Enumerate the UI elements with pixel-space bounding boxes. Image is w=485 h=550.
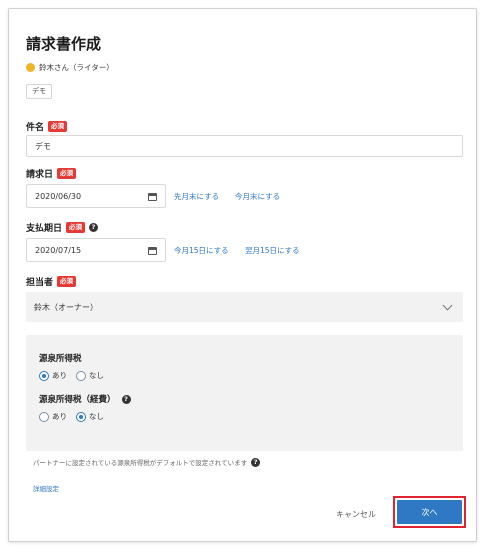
withholding-tax-expense-no-radio[interactable] [76, 411, 86, 422]
invoice-dialog: 請求書作成 鈴木さん（ライター） デモ 件名 必須 デモ 請求日 必須 2020… [8, 8, 477, 542]
this-month-end-link[interactable]: 今月末にする [235, 191, 280, 202]
subject-label: 件名 必須 [26, 120, 68, 133]
subject-input[interactable]: デモ [26, 135, 463, 157]
invoice-date-label-text: 請求日 [26, 170, 54, 180]
withholding-tax-yes-radio[interactable] [39, 370, 49, 381]
note-text: パートナーに設定されている源泉所得税がデフォルトで設定されています [33, 459, 248, 467]
withholding-tax-expense-radio-group: あり なし [39, 411, 113, 422]
required-badge: 必須 [57, 168, 77, 179]
payment-date-label: 支払期日 必須 ? [26, 221, 99, 234]
demo-tag: デモ [26, 84, 52, 99]
cancel-button[interactable]: キャンセル [317, 502, 395, 526]
help-icon[interactable]: ? [89, 223, 99, 232]
chevron-down-icon [442, 300, 453, 311]
withholding-tax-expense-label: 源泉所得税（経費） ? [39, 393, 131, 405]
calendar-icon[interactable] [148, 192, 157, 201]
help-icon[interactable]: ? [251, 457, 261, 467]
user-status-icon [26, 63, 35, 72]
subject-label-text: 件名 [26, 123, 45, 133]
payment-date-value: 2020/07/15 [35, 245, 82, 255]
withholding-tax-label: 源泉所得税 [39, 354, 82, 364]
withholding-tax-section: 源泉所得税 あり なし 源泉所得税（経費） ? あり なし [26, 335, 463, 451]
payment-date-input[interactable]: 2020/07/15 [26, 238, 166, 262]
assignee-label-text: 担当者 [26, 278, 54, 288]
this-month-15th-link[interactable]: 今月15日にする [174, 245, 229, 256]
required-badge: 必須 [57, 276, 77, 287]
withholding-tax-radio-group: あり なし [39, 370, 113, 381]
invoice-date-label: 請求日 必須 [26, 167, 77, 180]
next-month-15th-link[interactable]: 翌月15日にする [245, 245, 300, 256]
radio-label: なし [89, 412, 104, 421]
assignee-select[interactable]: 鈴木（オーナー） [26, 292, 463, 322]
payment-date-label-text: 支払期日 [26, 224, 63, 234]
subject-value: デモ [35, 141, 51, 151]
assignee-value: 鈴木（オーナー） [34, 302, 98, 312]
required-badge: 必須 [66, 222, 86, 233]
invoice-date-input[interactable]: 2020/06/30 [26, 184, 166, 208]
radio-label: なし [89, 371, 104, 380]
invoice-date-value: 2020/06/30 [35, 191, 82, 201]
advanced-settings-link[interactable]: 詳細設定 [33, 483, 59, 493]
user-name: 鈴木さん（ライター） [39, 63, 114, 72]
assignee-label: 担当者 必須 [26, 275, 77, 288]
help-icon[interactable]: ? [121, 394, 131, 404]
radio-label: あり [52, 371, 67, 380]
last-month-end-link[interactable]: 先月末にする [174, 191, 219, 202]
default-tax-note: パートナーに設定されている源泉所得税がデフォルトで設定されています ? [33, 457, 261, 467]
calendar-icon[interactable] [148, 246, 157, 255]
radio-label: あり [52, 412, 67, 421]
user-info: 鈴木さん（ライター） [26, 62, 114, 73]
withholding-tax-expense-label-text: 源泉所得税（経費） [39, 395, 116, 405]
next-button[interactable]: 次へ [397, 500, 462, 524]
required-badge: 必須 [48, 121, 68, 132]
withholding-tax-no-radio[interactable] [76, 370, 86, 381]
dialog-title: 請求書作成 [26, 35, 102, 53]
withholding-tax-expense-yes-radio[interactable] [39, 411, 49, 422]
